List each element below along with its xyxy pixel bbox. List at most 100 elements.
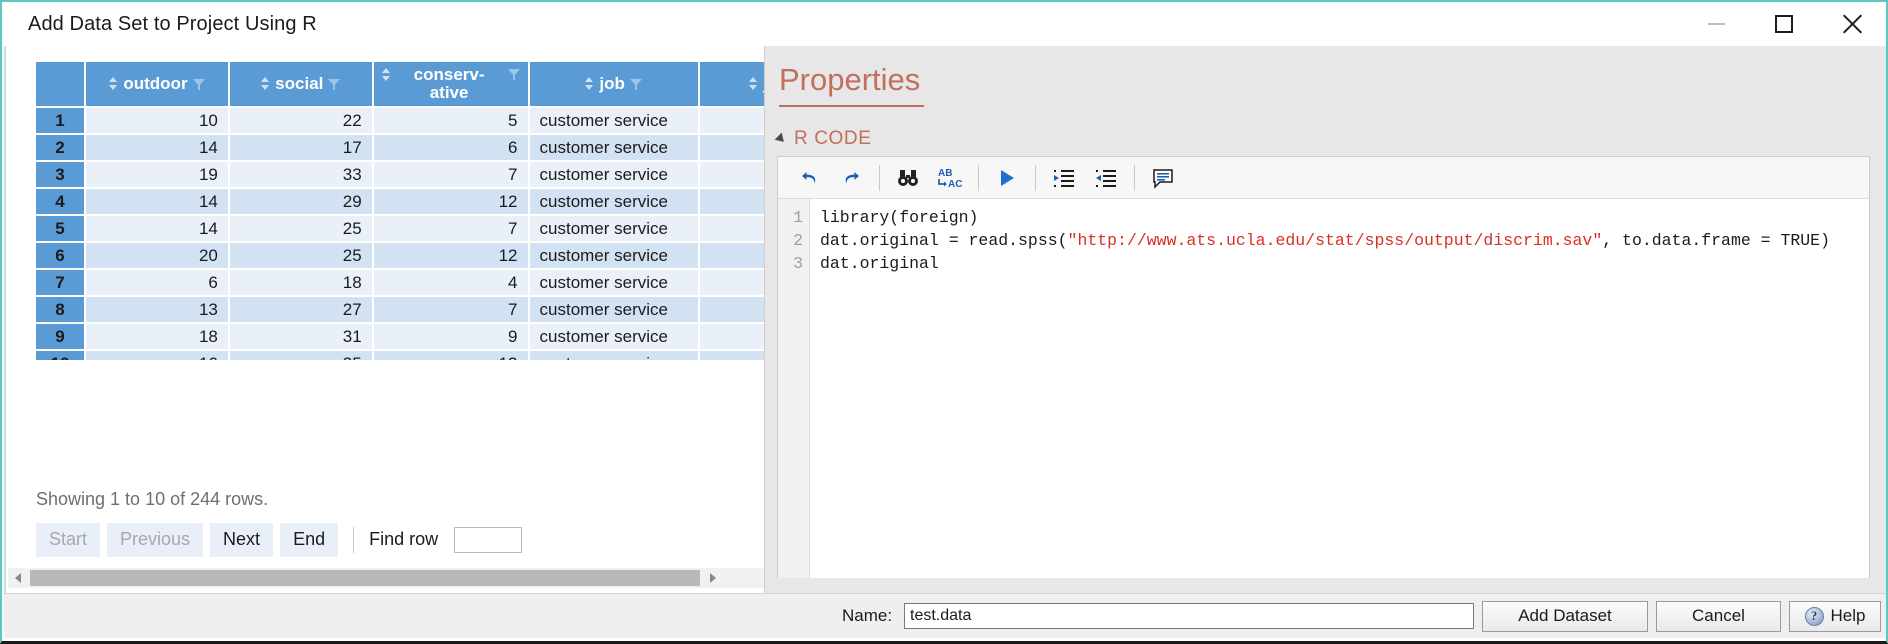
sort-icon[interactable] [585,77,594,91]
code-string-literal: "http://www.ats.ucla.edu/stat/spss/outpu… [1067,231,1603,250]
table-cell-outdoor: 16 [86,351,228,360]
code-content[interactable]: library(foreign) dat.original = read.spss… [810,199,1869,578]
column-label: outdoor [123,74,188,94]
table-cell-social: 31 [229,324,372,349]
row-index-cell: 8 [36,297,85,322]
close-button[interactable] [1818,2,1886,46]
run-icon[interactable] [986,159,1028,197]
horizontal-scrollbar[interactable] [8,568,764,588]
title-bar: Add Data Set to Project Using R [2,2,1886,46]
table-cell-jid [699,297,774,322]
replace-icon[interactable]: AB AC [929,159,971,197]
table-body: 1 10 22 5 customer service 2 14 17 6 customer ser… [36,108,774,360]
row-index-cell: 4 [36,189,85,214]
filter-icon[interactable] [507,68,520,81]
row-index-cell: 10 [36,351,85,360]
code-token: , to.data.frame = TRUE) [1602,231,1830,250]
row-index-cell: 1 [36,108,85,133]
data-table-container[interactable]: outdoor social conserv- ative job 1 10 2… [34,60,774,360]
find-row-input[interactable] [454,526,523,553]
code-line: dat.original = read.spss("http://www.ats… [820,229,1869,252]
table-cell-jid [699,270,774,295]
row-count-status: Showing 1 to 10 of 244 rows. [36,489,269,509]
cancel-button[interactable]: Cancel [1656,600,1781,632]
table-cell-cons: 4 [373,270,528,295]
row-index-cell: 3 [36,162,85,187]
table-cell-cons: 5 [373,108,528,133]
table-cell-job: customer service [529,135,698,160]
table-row[interactable]: 7 6 18 4 customer service [36,270,774,295]
pager-next-button[interactable]: Next [210,523,274,557]
table-cell-job: customer service [529,216,698,241]
table-row[interactable]: 4 14 29 12 customer service [36,189,774,214]
table-cell-jid [699,243,774,268]
table-row[interactable]: 3 19 33 7 customer service [36,162,774,187]
toolbar-divider [879,164,880,191]
minimize-button[interactable] [1682,2,1750,46]
outdent-icon[interactable] [1085,159,1127,197]
comment-icon[interactable] [1142,159,1184,197]
sort-icon[interactable] [261,77,270,91]
table-row[interactable]: 8 13 27 7 customer service [36,297,774,322]
column-header-conservative[interactable]: conserv- ative [373,62,528,106]
line-number: 1 [793,208,803,227]
table-row[interactable]: 2 14 17 6 customer service [36,135,774,160]
filter-icon[interactable] [192,78,205,91]
scroll-left-arrow-icon[interactable] [8,568,27,588]
table-cell-job: customer service [529,243,698,268]
collapse-triangle-icon[interactable] [774,132,788,146]
table-row[interactable]: 6 20 25 12 customer service [36,243,774,268]
properties-title-underline [779,105,924,107]
column-header-index [36,62,85,106]
filter-icon[interactable] [328,78,341,91]
column-header-outdoor[interactable]: outdoor [86,62,228,106]
scroll-right-arrow-icon[interactable] [703,568,722,588]
maximize-icon [1775,15,1793,33]
table-cell-jid [699,162,774,187]
undo-icon[interactable] [788,159,830,197]
sort-icon[interactable] [109,77,118,91]
filter-icon[interactable] [629,78,642,91]
toolbar-divider [1134,164,1135,191]
column-header-social[interactable]: social [229,62,372,106]
indent-icon[interactable] [1043,159,1085,197]
table-row[interactable]: 1 10 22 5 customer service [36,108,774,133]
table-row[interactable]: 10163513customer service1 [36,351,774,360]
find-icon[interactable] [887,159,929,197]
column-header-jid[interactable]: jid [699,62,774,106]
add-dataset-button[interactable]: Add Dataset [1482,600,1648,632]
line-number-gutter: 1 2 3 [778,199,810,578]
table-cell-cons: 7 [373,297,528,322]
table-cell-cons: 12 [373,189,528,214]
table-cell-social: 29 [229,189,372,214]
table-row[interactable]: 9 18 31 9 customer service [36,324,774,349]
maximize-button[interactable] [1750,2,1818,46]
table-cell-jid [699,189,774,214]
help-button[interactable]: ? Help [1789,600,1881,632]
table-cell-outdoor: 20 [86,243,228,268]
table-cell-jid [699,108,774,133]
svg-text:AB: AB [938,168,952,179]
dataset-name-input[interactable] [904,603,1474,629]
dialog-window: Add Data Set to Project Using R outdoor … [0,0,1888,644]
redo-icon[interactable] [830,159,872,197]
table-cell-social: 22 [229,108,372,133]
scrollbar-thumb[interactable] [30,570,700,586]
minimize-icon [1707,23,1725,25]
pager-previous-button[interactable]: Previous [107,523,204,557]
table-row[interactable]: 5 14 25 7 customer service [36,216,774,241]
pager-start-button[interactable]: Start [36,523,101,557]
table-cell-social: 27 [229,297,372,322]
sort-icon[interactable] [381,68,391,82]
column-label: conserv- ative [413,65,485,102]
pagination-controls: Start Previous Next End Find row [36,523,523,557]
table-cell-cons: 7 [373,162,528,187]
svg-text:AC: AC [948,179,962,190]
line-number: 2 [793,231,803,250]
column-header-job[interactable]: job [529,62,698,106]
find-row-label: Find row [369,529,439,550]
sort-icon[interactable] [748,77,758,91]
r-code-section-header[interactable]: R CODE [774,128,872,150]
code-text-area[interactable]: 1 2 3 library(foreign) dat.original = read.… [778,199,1869,578]
pager-end-button[interactable]: End [280,523,339,557]
